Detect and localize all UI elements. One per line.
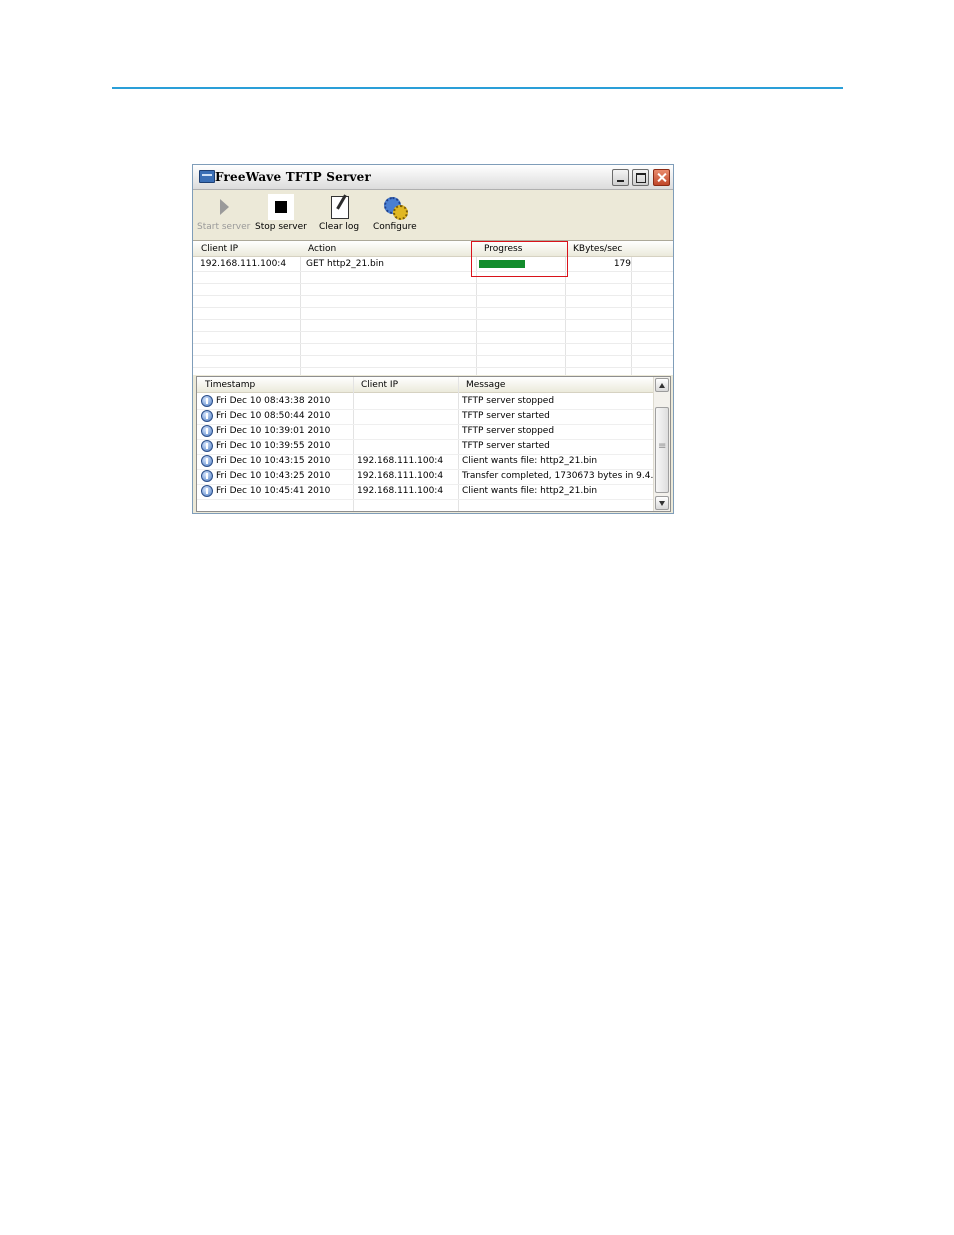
scroll-up-button[interactable] xyxy=(655,378,669,392)
play-icon xyxy=(211,194,237,220)
info-icon xyxy=(201,485,213,497)
log-timestamp: Fri Dec 10 10:39:01 2010 xyxy=(216,426,331,436)
info-icon xyxy=(201,395,213,407)
toolbar: Start server Stop server Clear log Confi… xyxy=(193,190,673,240)
start-server-button[interactable]: Start server xyxy=(197,194,250,232)
info-icon xyxy=(201,455,213,467)
clear-log-label: Clear log xyxy=(319,222,360,232)
info-icon xyxy=(201,425,213,437)
log-row[interactable]: Fri Dec 10 10:45:41 2010 192.168.111.100:… xyxy=(197,484,657,500)
start-server-label: Start server xyxy=(197,222,251,232)
stop-icon xyxy=(267,194,294,220)
configure-button[interactable]: Configure xyxy=(373,194,417,232)
scroll-down-button[interactable] xyxy=(655,496,669,510)
log-row[interactable]: Fri Dec 10 10:39:01 2010 TFTP server stop… xyxy=(197,424,657,440)
column-header-blank xyxy=(631,241,673,257)
log-timestamp: Fri Dec 10 10:45:41 2010 xyxy=(216,486,331,496)
log-client-ip: 192.168.111.100:4 xyxy=(357,456,444,466)
info-icon xyxy=(201,410,213,422)
log-row[interactable]: Fri Dec 10 08:43:38 2010 TFTP server stop… xyxy=(197,394,657,410)
log-message: Transfer completed, 1730673 bytes in 9.4… xyxy=(462,471,660,481)
log-row[interactable]: Fri Dec 10 10:43:25 2010 192.168.111.100:… xyxy=(197,469,660,485)
event-log[interactable]: Timestamp Client IP Message Fri Dec 10 0… xyxy=(196,376,671,512)
title-bar[interactable]: FreeWave TFTP Server xyxy=(193,165,673,190)
log-scrollbar[interactable] xyxy=(653,377,670,511)
log-client-ip: 192.168.111.100:4 xyxy=(357,471,444,481)
app-icon xyxy=(199,170,215,183)
minimize-button[interactable] xyxy=(612,169,629,186)
info-icon xyxy=(201,470,213,482)
row-divider xyxy=(193,355,673,356)
window-title: FreeWave TFTP Server xyxy=(215,170,372,184)
row-divider xyxy=(193,343,673,344)
gears-icon xyxy=(382,194,408,220)
row-divider xyxy=(193,283,673,284)
log-header-message[interactable]: Message xyxy=(458,377,655,393)
column-header-kbytes[interactable]: KBytes/sec xyxy=(565,241,631,257)
stop-server-button[interactable]: Stop server xyxy=(255,194,307,232)
row-divider xyxy=(193,307,673,308)
row-divider xyxy=(193,319,673,320)
transfer-kbytes: 179 xyxy=(613,259,631,269)
scroll-thumb[interactable] xyxy=(655,407,669,493)
column-divider xyxy=(631,257,632,375)
log-header-timestamp[interactable]: Timestamp xyxy=(197,377,353,393)
log-timestamp: Fri Dec 10 10:39:55 2010 xyxy=(216,441,331,451)
log-message: TFTP server stopped xyxy=(462,396,555,406)
transfers-table: Client IP Action Progress KBytes/sec 192… xyxy=(193,240,673,375)
log-message: TFTP server started xyxy=(462,441,550,451)
row-divider xyxy=(193,367,673,368)
log-message: TFTP server started xyxy=(462,411,550,421)
row-divider xyxy=(193,295,673,296)
log-timestamp: Fri Dec 10 08:43:38 2010 xyxy=(216,396,331,406)
clear-log-icon xyxy=(326,194,352,220)
maximize-button[interactable] xyxy=(632,169,649,186)
log-header-client-ip[interactable]: Client IP xyxy=(353,377,458,393)
info-icon xyxy=(201,440,213,452)
row-divider xyxy=(193,331,673,332)
log-row[interactable]: Fri Dec 10 10:43:15 2010 192.168.111.100:… xyxy=(197,454,657,470)
transfer-client-ip[interactable]: 192.168.111.100:4 xyxy=(200,259,286,269)
column-header-action[interactable]: Action xyxy=(300,241,476,257)
page-header-rule xyxy=(112,87,843,89)
configure-label: Configure xyxy=(373,222,417,232)
tftp-server-window: FreeWave TFTP Server Start server Stop s… xyxy=(192,164,674,514)
transfer-action[interactable]: GET http2_21.bin xyxy=(306,259,384,269)
log-timestamp: Fri Dec 10 10:43:15 2010 xyxy=(216,456,331,466)
log-message: Client wants file: http2_21.bin xyxy=(462,456,598,466)
clear-log-button[interactable]: Clear log xyxy=(319,194,359,232)
progress-highlight-box xyxy=(471,241,568,277)
row-divider xyxy=(193,271,673,272)
column-divider xyxy=(300,257,301,375)
log-row[interactable]: Fri Dec 10 10:39:55 2010 TFTP server star… xyxy=(197,439,657,455)
log-timestamp: Fri Dec 10 10:43:25 2010 xyxy=(216,471,331,481)
log-message: Client wants file: http2_21.bin xyxy=(462,486,598,496)
log-timestamp: Fri Dec 10 08:50:44 2010 xyxy=(216,411,331,421)
close-button[interactable] xyxy=(653,169,670,186)
column-header-client-ip[interactable]: Client IP xyxy=(193,241,300,257)
log-client-ip: 192.168.111.100:4 xyxy=(357,486,444,496)
stop-server-label: Stop server xyxy=(255,222,307,232)
log-row[interactable]: Fri Dec 10 08:50:44 2010 TFTP server star… xyxy=(197,409,657,425)
log-message: TFTP server stopped xyxy=(462,426,555,436)
